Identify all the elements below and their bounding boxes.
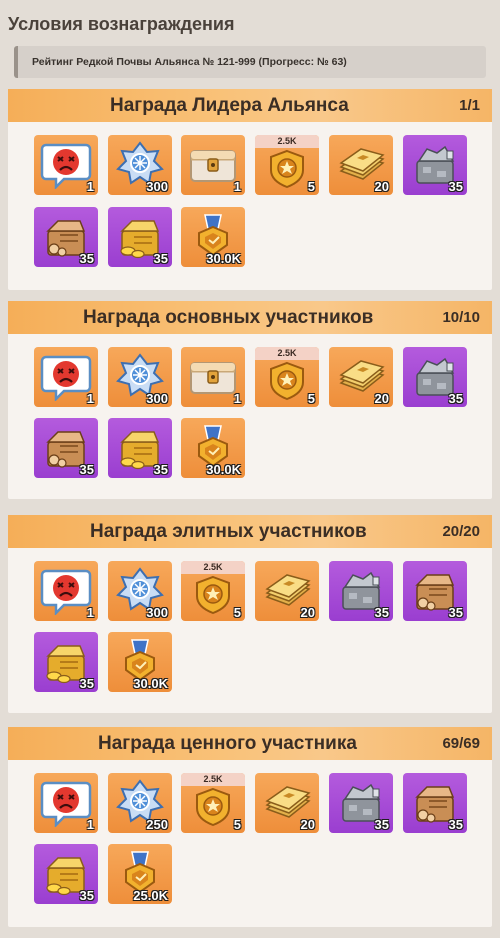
item-quantity: 250 [146, 817, 168, 832]
reward-section: Награда Лидера Альянса 1/1 1 300 1 2.5K 5 [8, 89, 492, 290]
reward-item[interactable]: 1 [34, 561, 98, 621]
reward-item[interactable]: 35 [34, 844, 98, 904]
item-tag: 2.5K [255, 135, 319, 148]
reward-item[interactable]: 25.0K [108, 844, 172, 904]
item-quantity: 20 [374, 179, 389, 194]
reward-item[interactable]: 1 [181, 347, 245, 407]
item-quantity: 5 [307, 391, 315, 406]
section-count: 69/69 [442, 735, 480, 752]
item-quantity: 20 [300, 605, 315, 620]
reward-item[interactable]: 35 [403, 135, 467, 195]
reward-item[interactable]: 30.0K [181, 207, 245, 267]
item-quantity: 35 [153, 251, 168, 266]
section-header: Награда Лидера Альянса 1/1 [8, 89, 492, 122]
item-quantity: 35 [79, 676, 94, 691]
item-quantity: 1 [86, 391, 94, 406]
reward-item[interactable]: 2.5K 5 [181, 773, 245, 833]
item-tag: 2.5K [255, 347, 319, 360]
item-quantity: 35 [153, 462, 168, 477]
progress-bar: Рейтинг Редкой Почвы Альянса № 121-999 (… [14, 46, 486, 78]
reward-item[interactable]: 35 [108, 418, 172, 478]
item-quantity: 35 [448, 179, 463, 194]
reward-item[interactable]: 1 [181, 135, 245, 195]
reward-item[interactable]: 20 [329, 135, 393, 195]
reward-item[interactable]: 30.0K [108, 632, 172, 692]
item-quantity: 20 [374, 391, 389, 406]
reward-item[interactable]: 20 [255, 561, 319, 621]
reward-item[interactable]: 1 [34, 135, 98, 195]
item-quantity: 1 [86, 179, 94, 194]
reward-item[interactable]: 300 [108, 347, 172, 407]
item-quantity: 300 [146, 605, 168, 620]
section-title: Награда Лидера Альянса [110, 95, 349, 116]
section-count: 1/1 [459, 97, 480, 114]
section-title: Награда ценного участника [98, 733, 357, 754]
reward-item[interactable]: 20 [329, 347, 393, 407]
reward-item[interactable]: 35 [108, 207, 172, 267]
item-quantity: 30.0K [133, 676, 168, 691]
reward-item[interactable]: 35 [403, 347, 467, 407]
reward-item[interactable]: 35 [34, 418, 98, 478]
page-title: Условия вознаграждения [8, 14, 235, 34]
item-quantity: 35 [79, 888, 94, 903]
item-quantity: 25.0K [133, 888, 168, 903]
section-header: Награда элитных участников 20/20 [8, 515, 492, 548]
reward-item[interactable]: 35 [403, 773, 467, 833]
item-tag: 2.5K [181, 561, 245, 574]
reward-item[interactable]: 2.5K 5 [255, 347, 319, 407]
item-tag: 2.5K [181, 773, 245, 786]
section-header: Награда ценного участника 69/69 [8, 727, 492, 760]
item-quantity: 35 [374, 817, 389, 832]
reward-section: Награда основных участников 10/10 1 300 1… [8, 301, 492, 499]
item-quantity: 35 [374, 605, 389, 620]
reward-item[interactable]: 250 [108, 773, 172, 833]
item-quantity: 30.0K [206, 462, 241, 477]
item-quantity: 1 [233, 179, 241, 194]
reward-item[interactable]: 2.5K 5 [181, 561, 245, 621]
reward-item[interactable]: 2.5K 5 [255, 135, 319, 195]
reward-item[interactable]: 35 [329, 773, 393, 833]
reward-item[interactable]: 35 [329, 561, 393, 621]
item-quantity: 35 [448, 391, 463, 406]
item-quantity: 35 [448, 817, 463, 832]
item-quantity: 1 [86, 817, 94, 832]
reward-item[interactable]: 1 [34, 773, 98, 833]
item-quantity: 1 [233, 391, 241, 406]
item-quantity: 300 [146, 179, 168, 194]
reward-item[interactable]: 20 [255, 773, 319, 833]
item-quantity: 35 [79, 462, 94, 477]
reward-item[interactable]: 35 [34, 207, 98, 267]
item-quantity: 1 [86, 605, 94, 620]
section-count: 20/20 [442, 523, 480, 540]
reward-item[interactable]: 1 [34, 347, 98, 407]
item-quantity: 300 [146, 391, 168, 406]
reward-item[interactable]: 300 [108, 561, 172, 621]
reward-item[interactable]: 300 [108, 135, 172, 195]
item-quantity: 5 [233, 817, 241, 832]
reward-item[interactable]: 35 [403, 561, 467, 621]
section-header: Награда основных участников 10/10 [8, 301, 492, 334]
reward-section: Награда ценного участника 69/69 1 250 2.5… [8, 727, 492, 927]
section-title: Награда элитных участников [90, 521, 367, 542]
item-quantity: 35 [448, 605, 463, 620]
item-quantity: 5 [233, 605, 241, 620]
reward-section: Награда элитных участников 20/20 1 300 2.… [8, 515, 492, 713]
section-count: 10/10 [442, 309, 480, 326]
item-quantity: 30.0K [206, 251, 241, 266]
reward-item[interactable]: 30.0K [181, 418, 245, 478]
item-quantity: 35 [79, 251, 94, 266]
section-title: Награда основных участников [83, 307, 374, 328]
item-quantity: 20 [300, 817, 315, 832]
reward-item[interactable]: 35 [34, 632, 98, 692]
item-quantity: 5 [307, 179, 315, 194]
